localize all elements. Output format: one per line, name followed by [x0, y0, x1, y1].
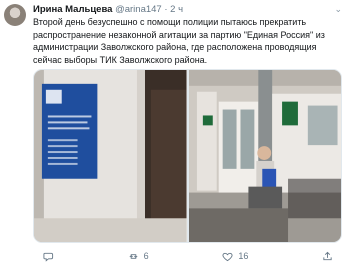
retweet-icon — [129, 253, 138, 259]
share-icon — [323, 251, 332, 260]
author-name[interactable]: Ирина Мальцева — [33, 4, 112, 15]
retweet-button[interactable]: 6 — [128, 250, 149, 262]
like-button[interactable]: 16 — [222, 250, 248, 262]
chevron-down-icon[interactable]: ⌄ — [334, 4, 342, 15]
share-button[interactable] — [322, 250, 333, 262]
timestamp[interactable]: 2 ч — [170, 4, 183, 15]
tweet-actions: 6 16 — [33, 250, 333, 262]
heart-icon — [222, 252, 233, 261]
photo-building-entrance-image — [188, 70, 341, 242]
tweet-header: Ирина Мальцева @arina147 · 2 ч — [33, 4, 183, 16]
reply-icon — [43, 252, 54, 262]
avatar[interactable] — [4, 4, 26, 26]
photo-office-sign[interactable] — [34, 70, 187, 242]
separator: · — [164, 4, 168, 15]
like-count: 16 — [238, 251, 249, 261]
tweet-media[interactable] — [33, 69, 342, 243]
photo-building-entrance[interactable] — [188, 70, 341, 242]
author-handle[interactable]: @arina147 — [115, 4, 162, 15]
retweet-count: 6 — [143, 251, 149, 261]
photo-office-sign-image — [34, 70, 187, 242]
tweet-text: Второй день безуспешно с помощи полиции … — [33, 17, 325, 65]
reply-button[interactable] — [43, 250, 54, 262]
